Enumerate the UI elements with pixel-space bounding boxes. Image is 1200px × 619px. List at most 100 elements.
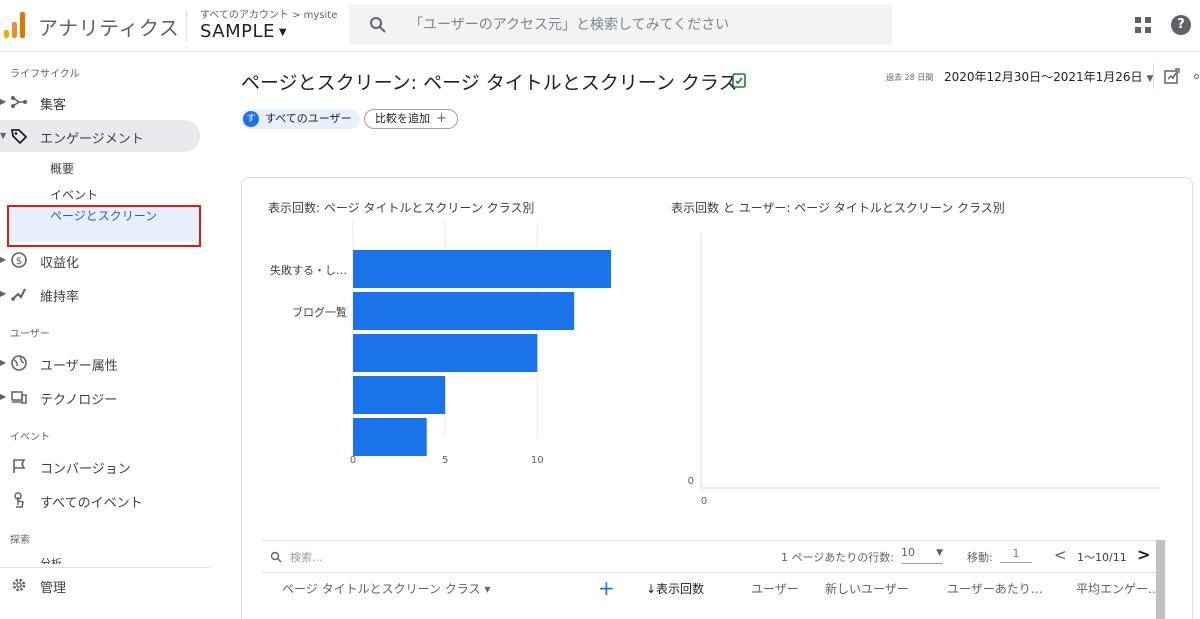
search-input[interactable] <box>409 13 869 37</box>
section-lifecycle: ライフサイクル <box>10 69 80 80</box>
dollar-icon: $ <box>11 252 27 268</box>
page-title: ページとスクリーン: ページ タイトルとスクリーン クラス <box>241 72 738 94</box>
search-icon <box>370 17 386 33</box>
next-page-icon[interactable]: > <box>1137 545 1150 564</box>
goto-label: 移動: <box>967 551 993 564</box>
chart1-title: 表示回数: ページ タイトルとスクリーン クラス別 <box>268 201 535 215</box>
bar[interactable] <box>353 376 446 414</box>
add-comparison-button[interactable]: 比較を追加 + <box>364 109 458 129</box>
caret-down-icon: ▼ <box>936 548 943 558</box>
add-dimension-icon[interactable]: + <box>598 576 615 600</box>
sidebar-item-retention[interactable]: ▶ 維持率 <box>0 278 200 310</box>
sidebar-item-analysis[interactable]: 分析 <box>0 552 200 564</box>
sidebar-item-label: テクノロジー <box>40 393 118 408</box>
y-category-label: 失敗する・し… <box>270 263 347 277</box>
globe-icon <box>11 355 27 371</box>
customize-report-icon[interactable] <box>1164 68 1180 84</box>
divider <box>186 10 187 42</box>
sidebar-item-label: ユーザー属性 <box>40 359 118 374</box>
sidebar-item-label: 分析 <box>40 557 62 564</box>
divider <box>262 540 1159 541</box>
goto-page-input[interactable] <box>1000 545 1032 563</box>
add-comparison-label: 比較を追加 <box>375 112 430 125</box>
prev-page-icon[interactable]: < <box>1054 546 1067 564</box>
column-header-new-users[interactable]: 新しいユーザー <box>825 580 909 597</box>
segment-label: すべてのユーザー <box>265 112 352 125</box>
report-check-icon[interactable] <box>732 73 746 88</box>
sidebar-item-label: 維持率 <box>40 290 80 305</box>
gear-icon <box>12 578 26 592</box>
expand-arrow-icon: ▶ <box>0 97 7 106</box>
account-name: SAMPLE <box>200 21 275 42</box>
expand-arrow-icon: ▶ <box>0 392 7 401</box>
date-range-text: 2020年12月30日～2021年1月26日 <box>944 70 1143 84</box>
touch-icon <box>14 492 24 508</box>
expand-arrow-icon: ▶ <box>0 289 7 298</box>
bar-chart: 0 5 10 失敗する・し… ブログ一覧 <box>270 222 611 466</box>
scrollbar[interactable] <box>1156 540 1165 619</box>
sidebar-item-label: 管理 <box>40 581 67 596</box>
x-tick-label: 0 <box>701 496 707 507</box>
column-header-views[interactable]: ↓表示回数 <box>646 580 704 597</box>
date-range-label: 過去 28 日間 <box>886 73 934 82</box>
highlight-box <box>7 205 201 247</box>
breadcrumb[interactable]: すべてのアカウント > mysite <box>200 6 337 21</box>
bar[interactable] <box>353 418 427 456</box>
y-tick-label: 0 <box>688 476 694 487</box>
x-tick-label: 10 <box>531 455 544 466</box>
plus-icon: + <box>436 111 447 126</box>
bar[interactable] <box>353 334 538 372</box>
sidebar-item-acquisition[interactable]: ▶ 集客 <box>0 86 200 118</box>
x-tick-label: 5 <box>442 455 448 466</box>
divider <box>1153 63 1154 89</box>
apps-grid-icon[interactable] <box>1135 17 1151 33</box>
account-selector[interactable]: SAMPLE ▼ <box>200 21 287 42</box>
section-event: イベント <box>10 432 50 443</box>
retention-icon <box>11 288 26 301</box>
sidebar-item-label: コンバージョン <box>40 462 131 477</box>
column-header-dimension[interactable]: ページ タイトルとスクリーン クラス ▾ <box>282 580 490 597</box>
rows-per-page-label: 1 ページあたりの行数: <box>781 551 894 564</box>
svg-text:$: $ <box>16 256 22 267</box>
column-header-avg-engagement[interactable]: 平均エンゲー… <box>1076 580 1160 597</box>
collapse-arrow-icon: ▼ <box>0 131 7 140</box>
rows-per-page-value: 10 <box>901 546 915 559</box>
rows-per-page-select[interactable]: 10 ▼ <box>901 546 943 564</box>
sidebar-item-user-attributes[interactable]: ▶ ユーザー属性 <box>0 347 200 379</box>
sidebar-item-label: 収益化 <box>40 256 80 271</box>
sidebar-item-technology[interactable]: ▶ テクノロジー <box>0 381 200 413</box>
help-icon[interactable]: ? <box>1171 15 1191 35</box>
share-icon[interactable] <box>1194 74 1199 79</box>
bar[interactable] <box>353 250 611 288</box>
column-header-per-user[interactable]: ユーザーあたり… <box>947 580 1043 597</box>
search-box[interactable] <box>349 5 892 45</box>
flag-icon <box>13 459 26 473</box>
y-category-label: ブログ一覧 <box>292 305 347 319</box>
segment-chip[interactable]: す すべてのユーザー <box>241 109 360 129</box>
sidebar-item-monetization[interactable]: ▶ $ 収益化 <box>0 244 200 276</box>
sidebar-item-conversions[interactable]: コンバージョン <box>0 450 200 482</box>
sidebar-item-engagement[interactable]: ▼ エンゲージメント <box>0 120 200 152</box>
divider <box>0 567 210 568</box>
section-user: ユーザー <box>10 329 50 340</box>
sidebar: ライフサイクル ▶ 集客 ▼ エンゲージメント 概要 イベント ページとスクリー… <box>0 52 210 619</box>
chart2-title: 表示回数 と ユーザー: ページ タイトルとスクリーン クラス別 <box>671 201 1005 215</box>
scatter-chart: 00 <box>688 233 1160 507</box>
sidebar-item-admin[interactable]: 管理 <box>0 569 200 601</box>
expand-arrow-icon: ▶ <box>0 358 7 367</box>
sidebar-subitem-overview[interactable]: 概要 <box>50 160 74 177</box>
divider <box>262 572 1159 573</box>
analytics-logo-icon[interactable] <box>4 12 26 38</box>
x-tick-label: 0 <box>350 455 356 466</box>
bar[interactable] <box>353 292 575 330</box>
tag-icon <box>10 129 28 145</box>
sidebar-subitem-events[interactable]: イベント <box>50 186 98 203</box>
sidebar-item-all-events[interactable]: すべてのイベント <box>0 484 200 516</box>
date-range-selector[interactable]: 2020年12月30日～2021年1月26日 ▼ <box>944 68 1153 85</box>
sidebar-item-label: すべてのイベント <box>40 496 143 511</box>
top-bar: アナリティクス すべてのアカウント > mysite SAMPLE▼ ? <box>0 0 1200 52</box>
table-search-input[interactable] <box>290 548 490 566</box>
segment-avatar: す <box>243 111 259 127</box>
column-header-users[interactable]: ユーザー <box>751 580 799 597</box>
section-explore: 探索 <box>10 535 30 546</box>
